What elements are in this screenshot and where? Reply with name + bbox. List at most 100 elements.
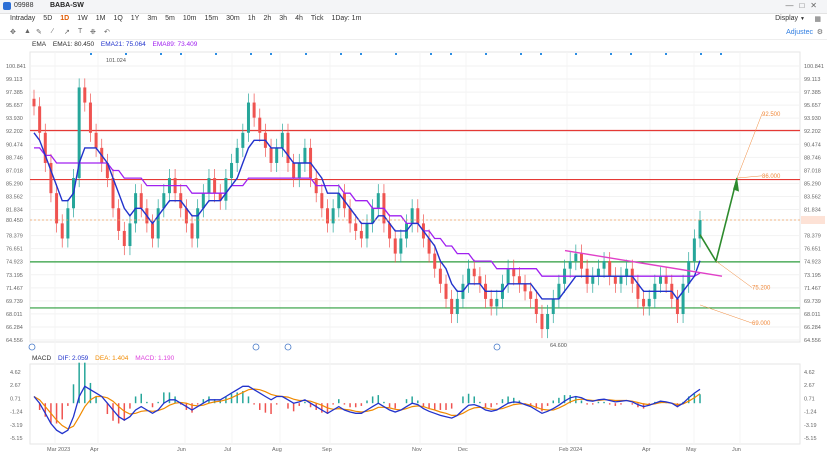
candle-body	[568, 261, 572, 269]
candle-body	[529, 291, 533, 299]
candle-body	[495, 298, 499, 307]
price-y-tick-left: 100.841	[6, 64, 26, 70]
candle-body	[534, 298, 538, 314]
candle-body	[297, 162, 301, 179]
annotation-connector	[736, 113, 763, 179]
candle-body	[275, 147, 279, 163]
price-y-tick-right: 88.746	[804, 155, 821, 161]
candle-body	[692, 238, 696, 262]
price-y-tick-right: 69.739	[804, 299, 821, 305]
candle-body	[608, 261, 612, 277]
price-y-tick-right: 68.011	[804, 312, 820, 318]
candle-body	[681, 283, 685, 314]
macd-y-tick-left: -5.15	[10, 436, 23, 442]
candle-body	[128, 223, 132, 247]
dea-line	[33, 388, 701, 430]
macd-y-tick-right: -5.15	[804, 436, 817, 442]
candle-body	[579, 253, 583, 269]
ema1-value: EMA1: 80.450	[52, 41, 95, 48]
candle-body	[66, 208, 70, 239]
price-y-tick-left: 81.834	[6, 208, 23, 214]
candle-body	[32, 98, 36, 107]
macd-indicator-label: MACD	[32, 355, 52, 362]
candle-body	[376, 193, 380, 209]
ema21-value: EMA21: 75.064	[100, 41, 146, 48]
candle-body	[478, 276, 482, 284]
dividend-marker-icon	[430, 53, 432, 55]
x-tick-label: Jun	[177, 447, 186, 453]
candle-body	[354, 223, 358, 231]
candle-body	[292, 162, 296, 179]
candle-body	[325, 208, 329, 224]
price-y-tick-right: 99.113	[804, 77, 820, 83]
candle-body	[450, 298, 454, 314]
dividend-marker-icon	[395, 53, 397, 55]
macd-y-tick-right: 2.67	[804, 383, 815, 389]
dividend-marker-icon	[90, 53, 92, 55]
price-y-tick-left: 74.923	[6, 260, 23, 266]
event-marker-icon	[493, 343, 501, 351]
price-y-tick-left: 83.562	[6, 194, 23, 200]
candle-body	[647, 298, 651, 307]
candle-body	[506, 268, 510, 284]
price-chart[interactable]: 100.841 100.841 99.113 99.113 97.385 97.385 95…	[0, 0, 827, 455]
price-y-tick-right: 97.385	[804, 90, 821, 96]
price-y-tick-left: 73.195	[6, 273, 23, 279]
price-y-tick-left: 80.450	[6, 218, 23, 224]
candle-body	[280, 132, 284, 148]
price-y-tick-right: 95.657	[804, 103, 821, 109]
candle-body	[619, 276, 623, 284]
dividend-marker-icon	[610, 53, 612, 55]
candle-body	[269, 147, 273, 163]
macd-value: MACD: 1.190	[135, 355, 175, 362]
event-marker-icon	[284, 343, 292, 351]
macd-y-tick-left: 2.67	[10, 383, 21, 389]
candle-body	[625, 268, 629, 277]
price-y-tick-left: 85.290	[6, 181, 23, 187]
dividend-marker-icon	[340, 53, 342, 55]
candle-body	[523, 283, 527, 292]
price-y-tick-right: 93.930	[804, 116, 821, 122]
candle-body	[410, 208, 414, 224]
candle-body	[675, 298, 679, 314]
candle-body	[156, 208, 160, 239]
x-tick-label: Jun	[732, 447, 741, 453]
candle-body	[213, 178, 217, 194]
dividend-marker-icon	[575, 53, 577, 55]
price-y-tick-right: 66.284	[804, 325, 821, 331]
dividend-marker-icon	[215, 53, 217, 55]
candle-body	[602, 261, 606, 269]
dif-line	[33, 385, 701, 435]
candle-body	[286, 132, 290, 163]
price-y-tick-right: 92.202	[804, 129, 821, 135]
price-y-tick-left: 76.651	[6, 247, 23, 253]
candle-body	[139, 193, 143, 209]
dividend-marker-icon	[270, 53, 272, 55]
candle-body	[246, 102, 250, 133]
level-annotation: 75.200	[752, 286, 771, 292]
price-y-tick-left: 64.556	[6, 338, 23, 344]
x-tick-label: Aug	[272, 447, 282, 453]
candle-body	[151, 223, 155, 239]
candle-body	[122, 230, 126, 247]
price-y-tick-left: 90.474	[6, 142, 23, 148]
candle-body	[664, 276, 668, 284]
price-y-tick-left: 92.202	[6, 129, 23, 135]
candle-body	[393, 238, 397, 254]
price-y-tick-right: 74.923	[804, 260, 821, 266]
candle-body	[433, 253, 437, 269]
candle-body	[235, 147, 239, 163]
ema-indicator-label: EMA	[32, 41, 47, 48]
candle-body	[489, 298, 493, 307]
level-annotation: 86.000	[762, 174, 781, 180]
macd-y-tick-right: 4.62	[804, 370, 815, 376]
candle-body	[252, 102, 256, 118]
price-y-tick-right: 100.841	[804, 64, 824, 70]
macd-y-tick-right: 0.71	[804, 396, 815, 402]
price-y-tick-left: 97.385	[6, 90, 23, 96]
x-tick-label: Jul	[224, 447, 231, 453]
dividend-marker-icon	[305, 53, 307, 55]
candle-body	[613, 276, 617, 284]
candle-body	[38, 106, 42, 133]
dividend-marker-icon	[630, 53, 632, 55]
